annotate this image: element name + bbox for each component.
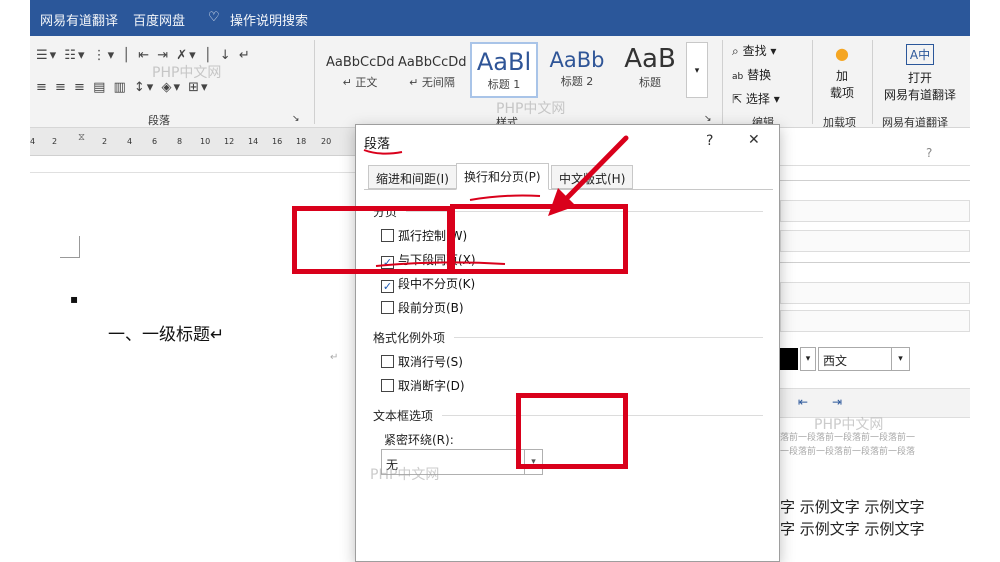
annotation-marks — [363, 135, 629, 267]
watermark: PHP中文网 — [370, 467, 440, 483]
watermark: PHP中文网 — [496, 101, 566, 117]
screenshot-root: 网易有道翻译 百度网盘 ♡ 操作说明搜索 ☰▾ ☷▾ ⋮▾ │ ⇤ ⇥ ✗▾ │… — [0, 0, 1000, 562]
annotation-underline-option — [375, 261, 506, 267]
annotation-arrow-shaft — [562, 135, 629, 203]
annotation-underline-tab — [469, 194, 541, 201]
watermark: PHP中文网 — [814, 417, 884, 433]
annotation-underline-title — [363, 149, 403, 155]
watermark: PHP中文网 — [152, 65, 222, 81]
